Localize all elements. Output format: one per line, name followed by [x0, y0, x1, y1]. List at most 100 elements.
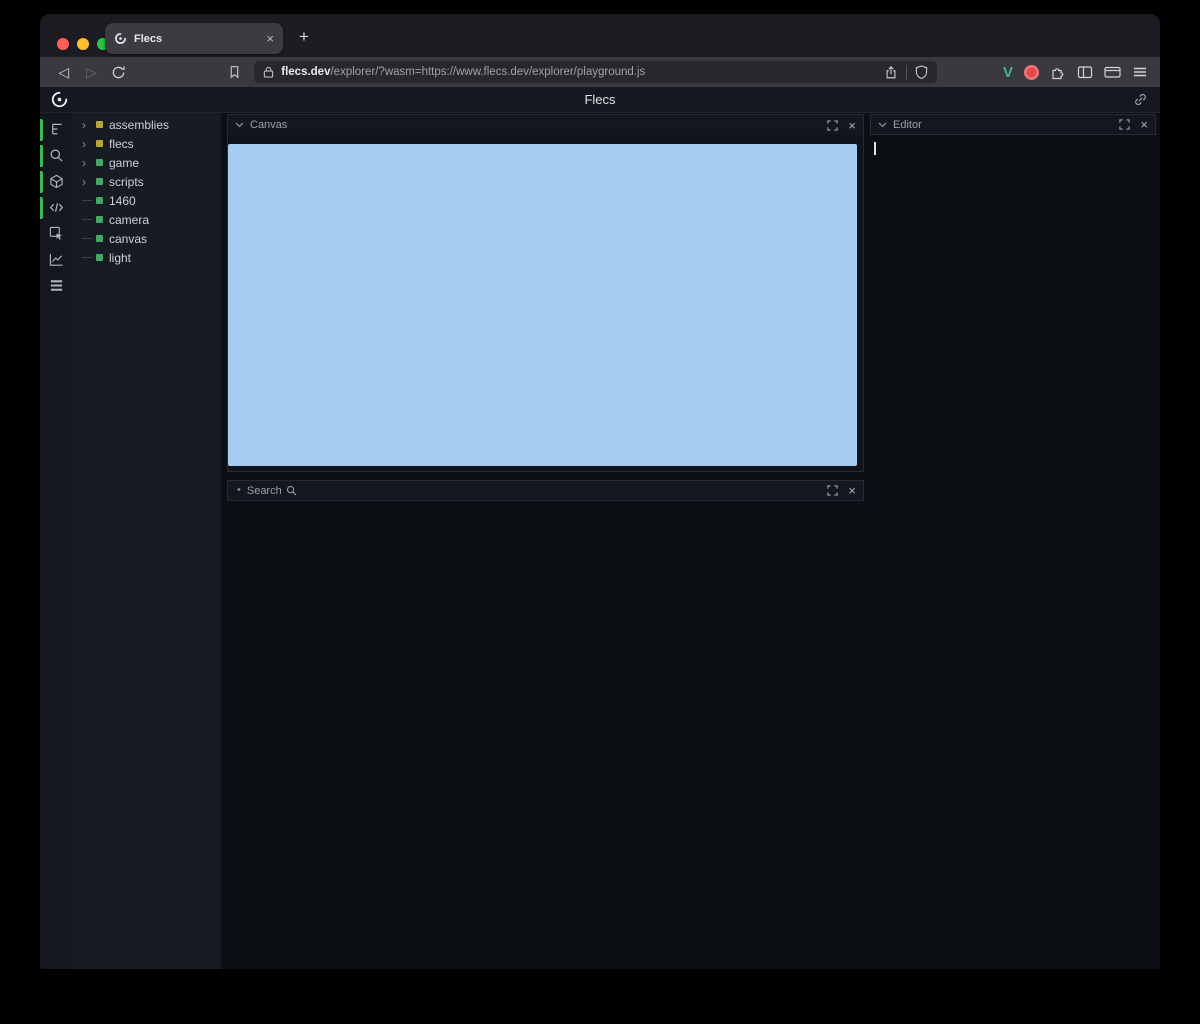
- share-link-icon[interactable]: [1133, 92, 1148, 107]
- close-icon[interactable]: ×: [1140, 118, 1148, 131]
- app-content: › assemblies › flecs › game › scripts: [40, 113, 1160, 969]
- rail-active-indicator: [40, 145, 43, 167]
- tree-item-label: canvas: [109, 232, 147, 246]
- entity-tree-panel: › assemblies › flecs › game › scripts: [72, 113, 221, 969]
- tree-item-label: assemblies: [109, 118, 169, 132]
- rail-active-indicator: [40, 197, 43, 219]
- tree-item-camera[interactable]: camera: [72, 210, 221, 229]
- inspector-cursor-icon[interactable]: [48, 225, 64, 241]
- extension-red-icon[interactable]: [1024, 65, 1039, 80]
- expand-chevron-icon[interactable]: ›: [82, 176, 86, 188]
- window-close-button[interactable]: [57, 38, 69, 50]
- tree-guide-line: [82, 238, 92, 239]
- text-cursor: [874, 142, 876, 155]
- share-icon[interactable]: [884, 65, 898, 80]
- extension-toolbar: V: [1003, 64, 1148, 81]
- entity-color-swatch: [96, 254, 103, 261]
- chevron-down-icon[interactable]: [878, 122, 887, 128]
- search-icon[interactable]: [48, 147, 64, 163]
- urlbar-divider: [906, 65, 907, 80]
- editor-panel-header: Editor ×: [870, 114, 1156, 135]
- extensions-puzzle-icon[interactable]: [1050, 64, 1066, 80]
- tree-item-game[interactable]: › game: [72, 153, 221, 172]
- canvas-panel: Canvas ×: [227, 114, 864, 472]
- browser-toolbar: ◁ ▷ flecs.dev/explorer/?wasm=https://www…: [40, 57, 1160, 87]
- tab-title: Flecs: [134, 33, 266, 45]
- canvas-panel-body: [228, 135, 863, 471]
- entity-color-swatch: [96, 159, 103, 166]
- canvas-panel-title: Canvas: [250, 119, 287, 131]
- table-rows-icon[interactable]: [48, 277, 64, 293]
- close-icon[interactable]: ×: [848, 484, 856, 497]
- window-controls: [57, 38, 109, 50]
- app-header: Flecs: [40, 87, 1160, 113]
- browser-window: Flecs × + ◁ ▷ flecs.dev/explorer/?wasm=h…: [40, 14, 1160, 969]
- expand-chevron-icon[interactable]: ›: [82, 157, 86, 169]
- tree-item-flecs[interactable]: › flecs: [72, 134, 221, 153]
- tree-guide-line: [82, 257, 92, 258]
- stats-chart-icon[interactable]: [48, 251, 64, 267]
- url-text: flecs.dev/explorer/?wasm=https://www.fle…: [281, 66, 884, 78]
- tree-item-1460[interactable]: 1460: [72, 191, 221, 210]
- forward-button[interactable]: ▷: [80, 60, 104, 84]
- close-icon[interactable]: ×: [848, 119, 856, 132]
- left-icon-rail: [40, 113, 72, 969]
- expand-chevron-icon[interactable]: ›: [82, 119, 86, 131]
- menu-hamburger-icon[interactable]: [1132, 64, 1148, 80]
- search-panel-header[interactable]: • Search ×: [227, 480, 864, 501]
- tree-item-scripts[interactable]: › scripts: [72, 172, 221, 191]
- fullscreen-icon[interactable]: [827, 485, 838, 496]
- tree-item-label: 1460: [109, 194, 136, 208]
- tree-item-label: flecs: [109, 137, 134, 151]
- lock-icon: [263, 66, 274, 78]
- back-button[interactable]: ◁: [52, 60, 76, 84]
- wallet-card-icon[interactable]: [1104, 64, 1121, 80]
- bullet-icon: •: [237, 485, 241, 496]
- fullscreen-icon[interactable]: [1119, 119, 1130, 130]
- url-path: /explorer/?wasm=https://www.flecs.dev/ex…: [330, 66, 645, 78]
- entity-color-swatch: [96, 140, 103, 147]
- code-icon[interactable]: [48, 199, 64, 215]
- tree-item-label: camera: [109, 213, 149, 227]
- flecs-favicon-icon: [114, 32, 127, 45]
- expand-chevron-icon[interactable]: ›: [82, 138, 86, 150]
- canvas-panel-header: Canvas ×: [228, 115, 863, 135]
- chevron-down-icon[interactable]: [235, 122, 244, 128]
- search-panel-title: Search: [247, 485, 282, 497]
- tab-close-icon[interactable]: ×: [266, 32, 274, 45]
- entity-color-swatch: [96, 121, 103, 128]
- tree-guide-line: [82, 200, 92, 201]
- entity-color-swatch: [96, 197, 103, 204]
- tree-item-label: light: [109, 251, 131, 265]
- entity-color-swatch: [96, 178, 103, 185]
- rail-active-indicator: [40, 119, 43, 141]
- tree-item-label: game: [109, 156, 139, 170]
- webgl-canvas[interactable]: [228, 144, 857, 466]
- vue-devtools-icon[interactable]: V: [1003, 64, 1013, 81]
- url-domain: flecs.dev: [281, 66, 330, 78]
- bookmark-icon[interactable]: [223, 60, 247, 84]
- shield-icon[interactable]: [915, 65, 928, 80]
- editor-panel-title: Editor: [893, 119, 922, 131]
- magnifier-icon: [286, 485, 297, 496]
- window-minimize-button[interactable]: [77, 38, 89, 50]
- tree-guide-line: [82, 219, 92, 220]
- flecs-logo-icon: [50, 90, 69, 109]
- tree-item-label: scripts: [109, 175, 144, 189]
- tree-item-assemblies[interactable]: › assemblies: [72, 115, 221, 134]
- cube-icon[interactable]: [48, 173, 64, 189]
- new-tab-button[interactable]: +: [292, 25, 316, 49]
- url-bar[interactable]: flecs.dev/explorer/?wasm=https://www.fle…: [254, 61, 937, 83]
- tree-item-canvas[interactable]: canvas: [72, 229, 221, 248]
- reload-button[interactable]: [107, 60, 131, 84]
- fullscreen-icon[interactable]: [827, 120, 838, 131]
- browser-tab-bar: Flecs × +: [40, 14, 1160, 57]
- entity-color-swatch: [96, 216, 103, 223]
- main-area: Canvas × • Search: [221, 113, 868, 969]
- tree-item-light[interactable]: light: [72, 248, 221, 267]
- entity-tree-icon[interactable]: [48, 121, 64, 137]
- sidebar-toggle-icon[interactable]: [1077, 64, 1093, 80]
- rail-active-indicator: [40, 171, 43, 193]
- browser-tab[interactable]: Flecs ×: [105, 23, 283, 54]
- editor-panel[interactable]: Editor ×: [868, 113, 1160, 969]
